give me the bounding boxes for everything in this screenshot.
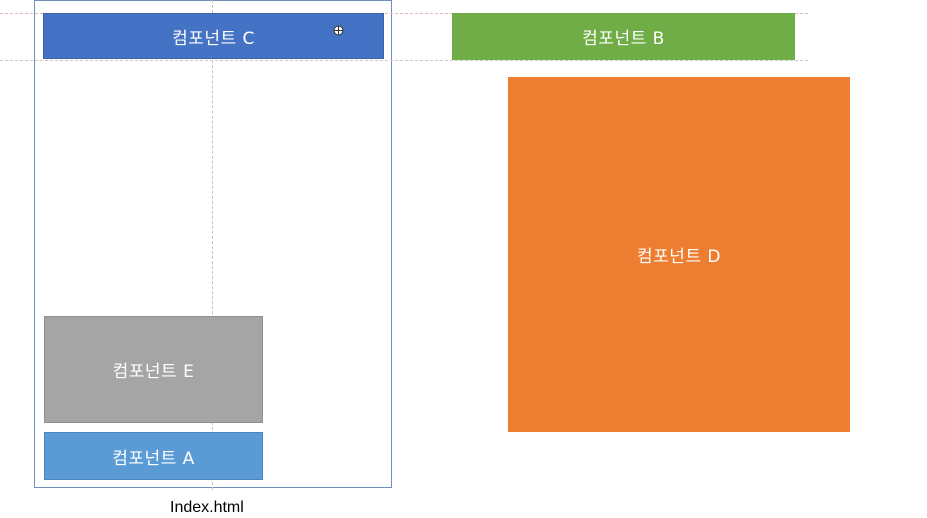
component-c-label: 컴포넌트 C <box>172 28 255 49</box>
component-c[interactable]: 컴포넌트 C <box>43 13 384 59</box>
component-b[interactable]: 컴포넌트 B <box>452 13 795 60</box>
component-d[interactable]: 컴포넌트 D <box>508 77 850 432</box>
component-e[interactable]: 컴포넌트 E <box>44 316 263 423</box>
move-cursor-icon <box>333 25 344 36</box>
alignment-guide-bottom <box>0 60 808 61</box>
component-e-label: 컴포넌트 E <box>112 362 195 382</box>
component-b-label: 컴포넌트 B <box>582 29 665 49</box>
component-d-label: 컴포넌트 D <box>636 247 722 267</box>
frame-caption: Index.html <box>170 499 244 516</box>
component-a-label: 컴포넌트 A <box>112 448 195 469</box>
component-a[interactable]: 컴포넌트 A <box>44 432 263 480</box>
